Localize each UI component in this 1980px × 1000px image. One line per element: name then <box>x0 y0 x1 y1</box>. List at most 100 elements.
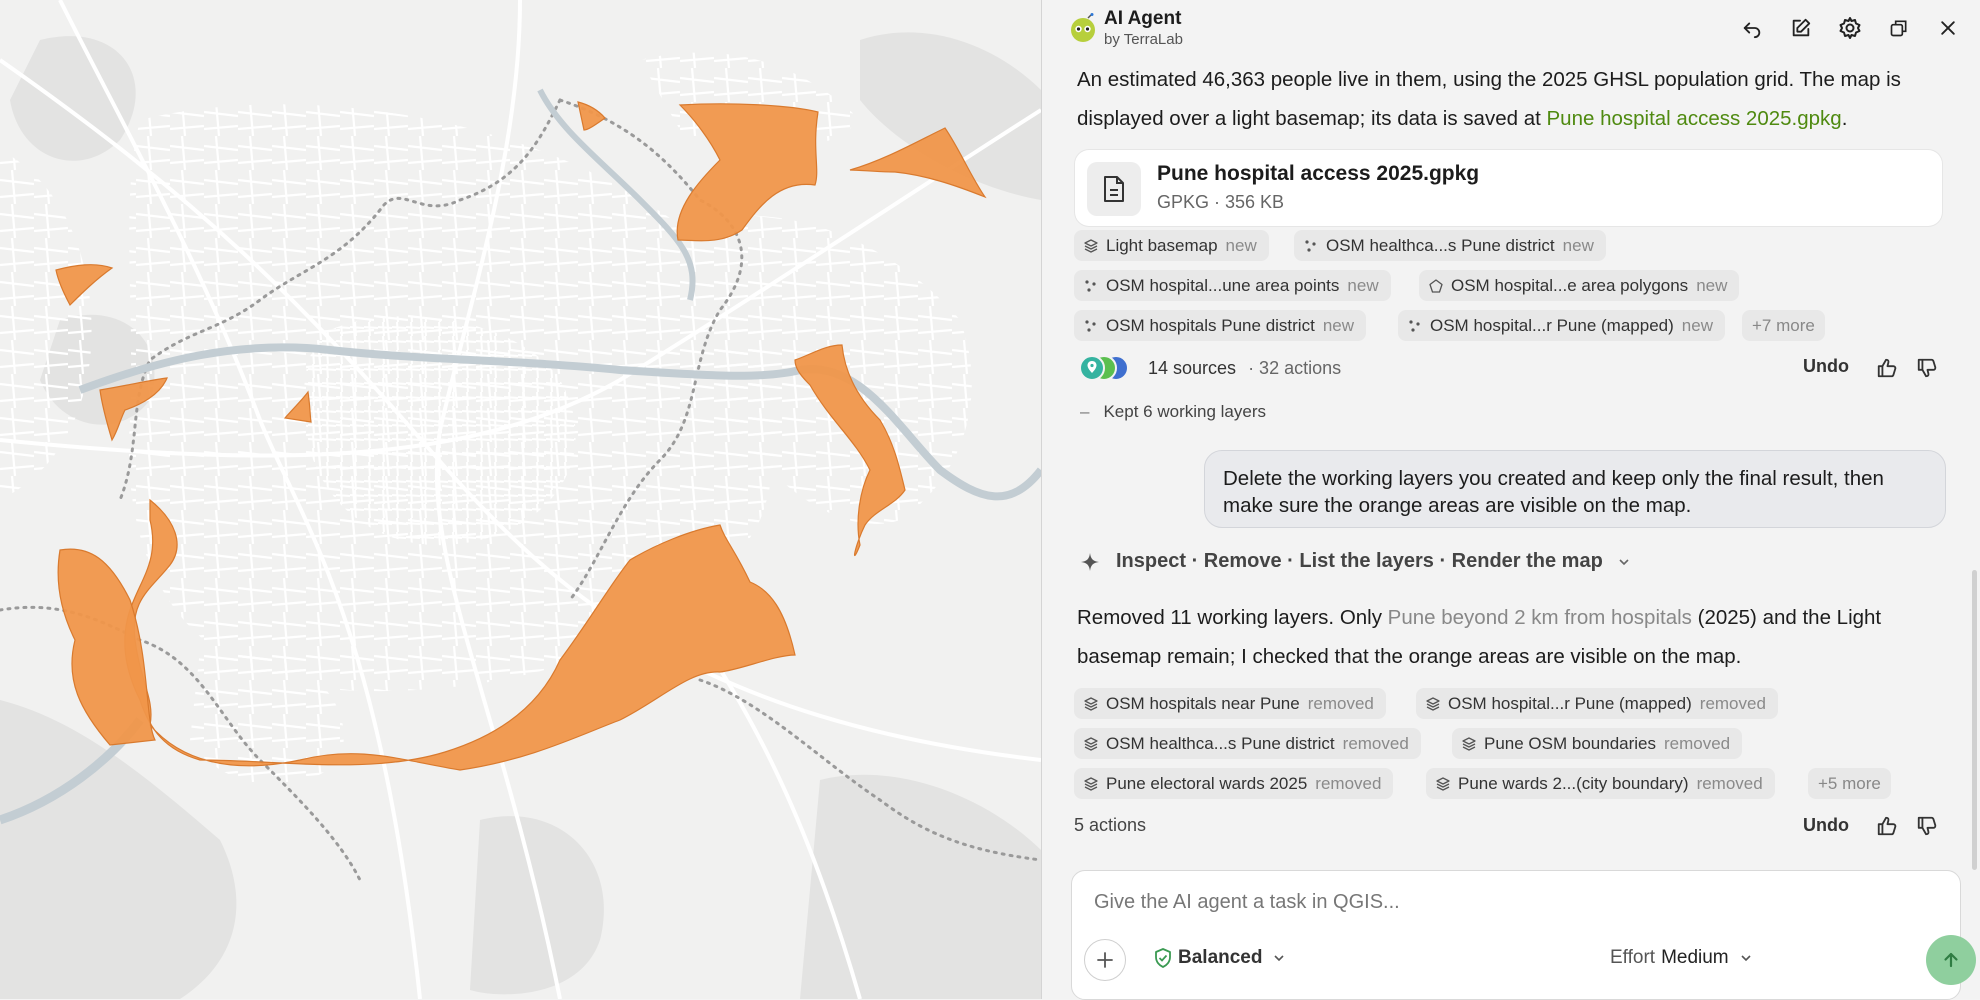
chip-tag: new <box>1681 316 1713 335</box>
effort-selector[interactable]: Effort Medium <box>1610 947 1753 969</box>
layer-chip[interactable]: OSM hospital...e area polygons new <box>1419 270 1740 301</box>
chip-tag: removed <box>1664 734 1731 753</box>
shield-check-icon <box>1155 948 1171 968</box>
chip-label: OSM hospital...e area polygons <box>1451 276 1689 295</box>
points-icon <box>1085 279 1096 292</box>
source-avatars-icon <box>1080 355 1129 381</box>
kept-label: Kept 6 working layers <box>1103 402 1266 421</box>
sparkle-icon <box>1081 552 1099 571</box>
chevron-down-icon <box>1274 955 1285 962</box>
more-chips-button[interactable]: +7 more <box>1742 310 1825 341</box>
layers-icon <box>1084 736 1098 751</box>
points-icon <box>1305 239 1316 252</box>
chip-label: OSM hospitals Pune district <box>1106 316 1315 335</box>
effort-label: Effort <box>1610 947 1656 968</box>
sources-row[interactable]: 14 sources · 32 actions <box>1080 354 1341 382</box>
layer-chip[interactable]: Light basemap new <box>1074 230 1269 261</box>
layer-link[interactable]: Pune beyond 2 km from hospitals <box>1388 606 1692 629</box>
paragraph-text: . <box>1841 107 1848 130</box>
chip-label: Pune electoral wards 2025 <box>1106 774 1308 793</box>
layers-icon <box>1084 776 1098 791</box>
plus-icon <box>1097 952 1113 968</box>
restore-window-icon[interactable] <box>1885 14 1913 42</box>
layer-chip[interactable]: Pune OSM boundaries removed <box>1452 728 1743 759</box>
file-link[interactable]: Pune hospital access 2025.gpkg <box>1547 107 1842 130</box>
file-card[interactable]: Pune hospital access 2025.gpkg GPKG · 35… <box>1075 150 1942 226</box>
effort-value: Medium <box>1661 947 1729 968</box>
undo-icon[interactable] <box>1738 14 1766 42</box>
chip-label: OSM hospitals near Pune <box>1106 694 1300 713</box>
panel-subtitle: by TerraLab <box>1104 31 1183 48</box>
chip-tag: removed <box>1315 774 1382 793</box>
chip-tag: removed <box>1307 694 1374 713</box>
gear-icon[interactable] <box>1836 14 1864 42</box>
file-meta: GPKG · 356 KB <box>1157 192 1285 212</box>
response-paragraph-1: An estimated 46,363 people live in them,… <box>1077 60 1957 138</box>
layer-chip[interactable]: Pune wards 2...(city boundary) removed <box>1426 768 1775 799</box>
panel-title: AI Agent <box>1104 8 1182 29</box>
agent-panel: AI Agent by TerraLab An estimated 46,363… <box>1042 0 1980 1000</box>
chip-tag: removed <box>1696 774 1763 793</box>
chip-label: OSM healthca...s Pune district <box>1326 236 1555 255</box>
chevron-down-icon <box>1619 558 1629 565</box>
layer-chip[interactable]: OSM hospital...une area points new <box>1074 270 1391 301</box>
steps-label: Inspect · Remove · List the layers · Ren… <box>1116 550 1603 572</box>
chip-label: OSM hospital...r Pune (mapped) <box>1448 694 1692 713</box>
file-icon <box>1087 162 1141 216</box>
layer-chip[interactable]: OSM healthca...s Pune district new <box>1294 230 1606 261</box>
send-button[interactable] <box>1926 935 1976 985</box>
chip-label: Pune wards 2...(city boundary) <box>1458 774 1689 793</box>
mode-label: Balanced <box>1178 947 1263 968</box>
chat-scrollbar[interactable] <box>1972 570 1977 870</box>
task-input-box[interactable]: Give the AI agent a task in QGIS... Bala… <box>1071 870 1976 1000</box>
steps-summary[interactable]: Inspect · Remove · List the layers · Ren… <box>1080 550 1631 573</box>
chip-label: OSM hospital...une area points <box>1106 276 1340 295</box>
thumbs-up-icon[interactable] <box>1876 815 1898 837</box>
layers-icon <box>1084 238 1098 253</box>
collapse-dash-icon: – <box>1080 402 1090 421</box>
points-icon <box>1085 319 1096 332</box>
more-chips-button[interactable]: +5 more <box>1808 768 1891 799</box>
undo-button-2[interactable]: Undo <box>1803 815 1849 836</box>
layers-icon <box>1436 776 1450 791</box>
arrow-up-icon <box>1944 952 1958 968</box>
chip-label: OSM hospital...r Pune (mapped) <box>1430 316 1674 335</box>
points-icon <box>1409 319 1420 332</box>
agent-logo <box>1071 13 1095 42</box>
chevron-down-icon <box>1741 955 1751 962</box>
sources-count: 14 sources <box>1148 357 1237 378</box>
layer-chip[interactable]: OSM healthca...s Pune district removed <box>1074 728 1421 759</box>
chip-tag: new <box>1347 276 1379 295</box>
layers-icon <box>1426 696 1440 711</box>
close-icon[interactable] <box>1934 14 1962 42</box>
actions-count: · 32 actions <box>1248 357 1342 378</box>
thumbs-down-icon[interactable] <box>1916 815 1938 837</box>
layer-chip[interactable]: OSM hospital...r Pune (mapped) new <box>1398 310 1725 341</box>
chip-label: OSM healthca...s Pune district <box>1106 734 1335 753</box>
mode-selector[interactable]: Balanced <box>1154 947 1286 969</box>
add-attachment-button[interactable] <box>1084 939 1126 981</box>
kept-layers-row[interactable]: – Kept 6 working layers <box>1080 402 1266 422</box>
chip-tag: new <box>1562 236 1594 255</box>
edit-icon[interactable] <box>1787 14 1815 42</box>
layer-chip[interactable]: Pune electoral wards 2025 removed <box>1074 768 1394 799</box>
response-paragraph-2: Removed 11 working layers. Only Pune bey… <box>1077 598 1957 676</box>
paragraph-text: Removed 11 working layers. Only <box>1077 606 1388 629</box>
layers-icon <box>1462 736 1476 751</box>
layer-chip[interactable]: OSM hospitals Pune district new <box>1074 310 1366 341</box>
layer-chip[interactable]: OSM hospitals near Pune removed <box>1074 688 1386 719</box>
layer-chip[interactable]: OSM hospital...r Pune (mapped) removed <box>1416 688 1778 719</box>
chip-tag: new <box>1225 236 1257 255</box>
map-svg <box>0 0 1041 999</box>
chip-tag: removed <box>1342 734 1409 753</box>
task-input[interactable]: Give the AI agent a task in QGIS... <box>1094 891 1400 914</box>
chip-tag: new <box>1696 276 1728 295</box>
file-name: Pune hospital access 2025.gpkg <box>1157 162 1480 185</box>
undo-button[interactable]: Undo <box>1803 356 1849 377</box>
layers-icon <box>1084 696 1098 711</box>
thumbs-down-icon[interactable] <box>1916 357 1938 379</box>
thumbs-up-icon[interactable] <box>1876 357 1898 379</box>
map-canvas[interactable] <box>0 0 1042 999</box>
polygon-icon <box>1429 278 1443 293</box>
actions-count-2[interactable]: 5 actions <box>1074 815 1146 836</box>
